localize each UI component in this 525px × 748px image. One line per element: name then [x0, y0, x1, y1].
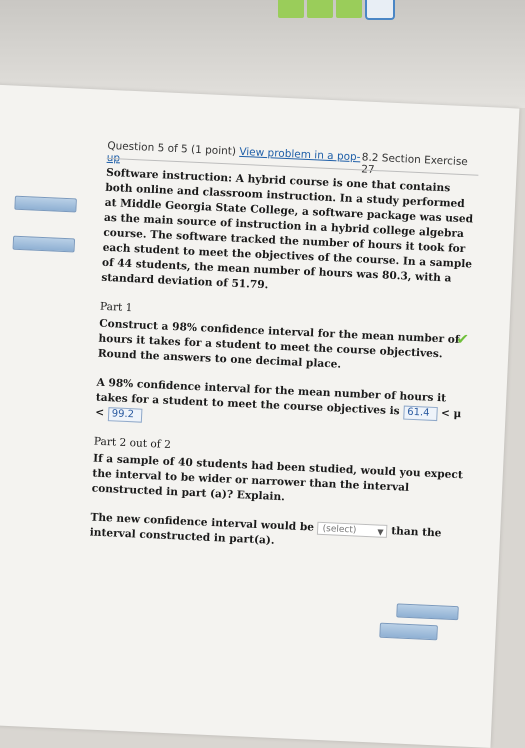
select-value: (select)	[322, 523, 357, 536]
top-tab-strip	[278, 0, 395, 20]
question-content: Software instruction: A hybrid course is…	[89, 166, 476, 571]
top-tab-3[interactable]	[336, 0, 362, 18]
part1-answer-line: A 98% confidence interval for the mean n…	[95, 376, 467, 438]
submit-button[interactable]	[379, 622, 438, 641]
side-button-top[interactable]	[14, 195, 77, 213]
question-label: Question 5 of 5 (1 point)	[107, 139, 237, 158]
chevron-down-icon: ▼	[377, 526, 384, 537]
section-label: 8.2 Section Exercise 27	[360, 151, 469, 176]
part2-answer-line: The new confidence interval would be (se…	[89, 510, 460, 557]
side-button-right[interactable]	[396, 603, 459, 621]
ci-lower-input[interactable]: 61.4	[402, 405, 438, 422]
problem-text: Software instruction: A hybrid course is…	[101, 166, 474, 292]
top-tab-2[interactable]	[307, 0, 333, 18]
ci-upper-input[interactable]: 99.2	[107, 407, 143, 423]
top-tab-active[interactable]	[365, 0, 395, 20]
question-panel: Question 5 of 5 (1 point) View problem i…	[0, 84, 520, 748]
side-button-middle[interactable]	[12, 235, 76, 253]
top-tab-1[interactable]	[278, 0, 304, 18]
wider-narrower-select[interactable]: (select) ▼	[317, 521, 388, 538]
ci-prefix: A 98% confidence interval for the mean n…	[95, 376, 447, 418]
